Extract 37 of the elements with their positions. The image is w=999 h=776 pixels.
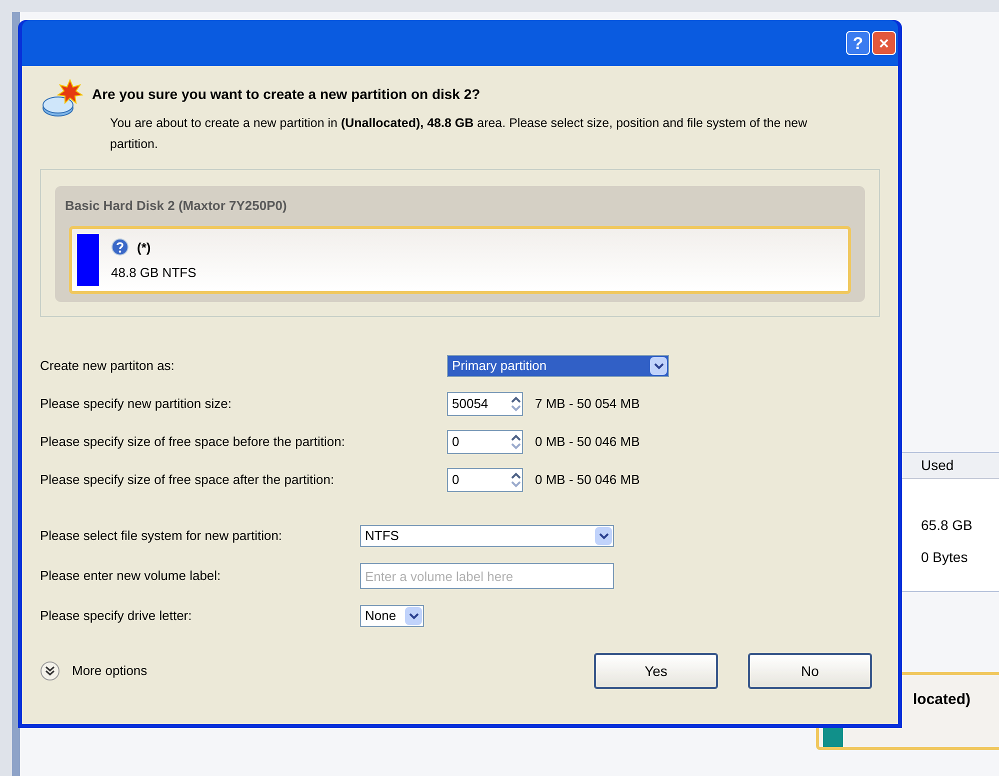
size-range: 7 MB - 50 054 MB xyxy=(535,395,640,414)
dropdown[interactable]: None xyxy=(360,605,424,627)
spin-arrows-icon xyxy=(510,433,522,451)
field-label: Please enter new volume label: xyxy=(40,567,222,586)
partition-label: (*) xyxy=(137,238,151,257)
field-label: Please specify drive letter: xyxy=(40,607,193,626)
size-range: 0 MB - 50 046 MB xyxy=(535,433,640,452)
field-label: Please select file system for new partition: xyxy=(40,527,284,546)
number-spinner[interactable]: 0 xyxy=(447,468,523,492)
help-button[interactable]: ? xyxy=(846,31,870,55)
column-header: Used xyxy=(901,453,999,479)
field-label: Please specify new partition size: xyxy=(40,395,232,414)
question-icon xyxy=(111,238,129,256)
volume-label-field[interactable]: Enter a volume label here xyxy=(360,563,614,589)
more-options-button[interactable]: More options xyxy=(40,661,148,681)
dropdown[interactable]: Primary partition xyxy=(447,355,669,377)
partition-label: located) xyxy=(913,690,971,710)
number-spinner[interactable]: 0 xyxy=(447,430,523,454)
spin-arrows-icon xyxy=(510,395,522,413)
dialog-message: You are about to create a new partition in (Unallocated), 48.8 GB area. Please select size, position and file system of the new partition. xyxy=(110,115,808,153)
field-label: Please specify size of free space before the partition: xyxy=(40,433,346,452)
table-cell-text: 65.8 GB xyxy=(921,516,972,534)
dialog-button[interactable]: Yes xyxy=(594,653,718,689)
partition-info: 48.8 GB NTFS xyxy=(111,264,196,282)
partition-card[interactable]: (*) 48.8 GB NTFS xyxy=(69,226,851,294)
field-label: Create new partiton as: xyxy=(40,357,176,376)
dropdown[interactable]: NTFS xyxy=(360,525,614,547)
close-button[interactable]: × xyxy=(872,31,896,55)
spin-arrows-icon xyxy=(510,471,522,489)
dialog-heading: Are you sure you want to create a new partition on disk 2? xyxy=(92,85,482,104)
dialog-button[interactable]: No xyxy=(748,653,872,689)
field-label: Please specify size of free space after the partition: xyxy=(40,471,336,490)
double-chevron-icon xyxy=(40,661,60,681)
number-spinner[interactable]: 50054 xyxy=(447,392,523,416)
disk-name: Basic Hard Disk 2 (Maxtor 7Y250P0) xyxy=(65,198,287,213)
size-range: 0 MB - 50 046 MB xyxy=(535,471,640,490)
table-cell-text: 0 Bytes xyxy=(921,548,968,567)
